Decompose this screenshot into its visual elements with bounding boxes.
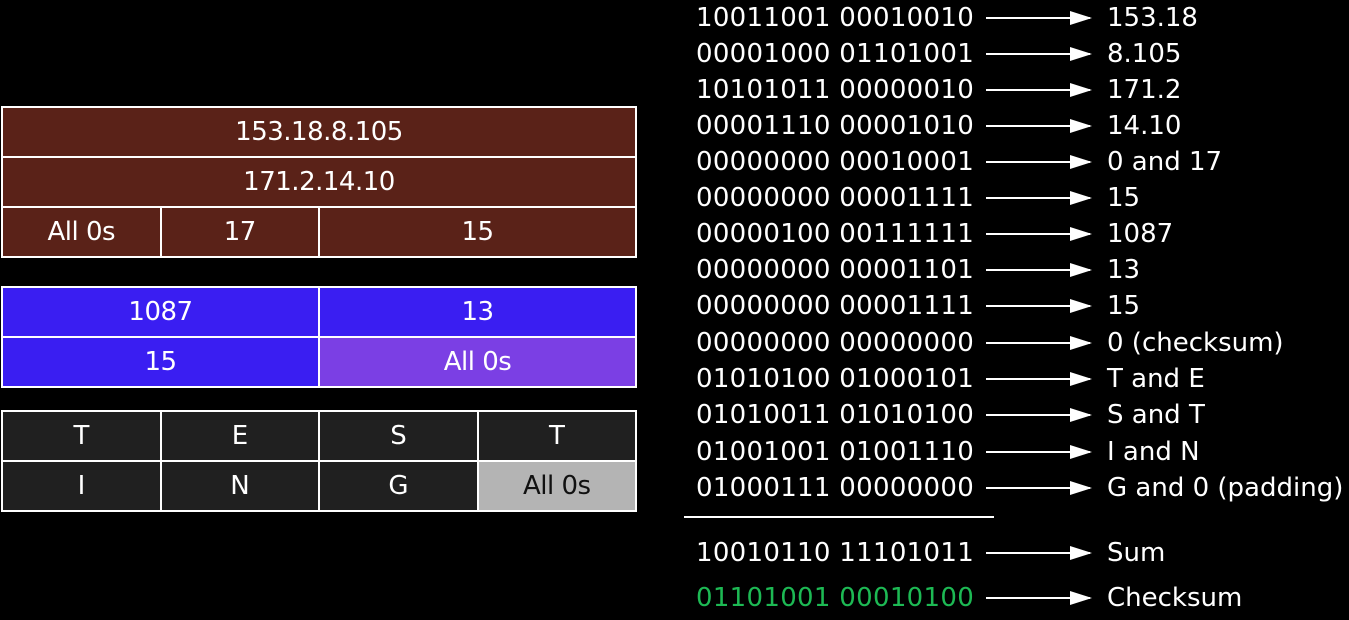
decoded-value: S and T [1107,400,1205,430]
decoded-value: 15 [1107,183,1141,213]
decoded-value: 153.18 [1107,3,1198,33]
arrow-icon [986,119,1092,133]
binary-value: 00000000 00000000 [696,328,975,358]
binary-value: 00001000 01101001 [696,39,975,69]
arrow-icon [986,83,1092,97]
decoded-value: 13 [1107,255,1141,285]
udp-length-field: 15 [1,336,320,388]
decoded-value: T and E [1107,364,1205,394]
decoded-value: 0 (checksum) [1107,328,1284,358]
data-byte: E [159,410,320,462]
data-byte: T [1,410,162,462]
source-ip-field: 153.18.8.105 [1,106,637,158]
decoded-value: 0 and 17 [1107,147,1223,177]
arrow-icon [986,546,1092,560]
binary-value: 01001001 01001110 [696,437,975,467]
checksum-binary: 01101001 00010100 [696,583,975,613]
arrow-icon [986,263,1092,277]
source-port-field: 1087 [1,286,320,338]
arrow-icon [986,445,1092,459]
binary-value: 00000000 00010001 [696,147,975,177]
binary-value: 01010011 01010100 [696,400,975,430]
binary-value: 00000000 00001111 [696,291,975,321]
binary-value: 01010100 01000101 [696,364,975,394]
pseudo-header: 153.18.8.105 171.2.14.10 All 0s 17 15 [1,106,637,258]
decoded-value: I and N [1107,437,1200,467]
dest-port-field: 13 [318,286,637,338]
arrow-icon [986,372,1092,386]
udp-checksum-field: All 0s [318,336,637,388]
checksum-label: Checksum [1107,583,1243,613]
binary-value: 10101011 00000010 [696,75,975,105]
data-byte: S [318,410,479,462]
sum-divider [684,516,994,518]
data-block: T E S T I N G All 0s [1,410,637,512]
data-byte: G [318,460,479,512]
zeros-field: All 0s [1,206,162,258]
arrow-icon [986,591,1092,605]
protocol-field: 17 [159,206,320,258]
binary-value: 00000000 00001111 [696,183,975,213]
sum-label: Sum [1107,538,1166,568]
length-field: 15 [318,206,637,258]
sum-binary: 10010110 11101011 [696,538,975,568]
arrow-icon [986,155,1092,169]
arrow-icon [986,191,1092,205]
binary-value: 10011001 00010010 [696,3,975,33]
arrow-icon [986,299,1092,313]
dest-ip-field: 171.2.14.10 [1,156,637,208]
arrow-icon [986,47,1092,61]
binary-value: 00000000 00001101 [696,255,975,285]
decoded-value: 171.2 [1107,75,1182,105]
decoded-value: 14.10 [1107,111,1182,141]
data-byte: N [159,460,320,512]
decoded-value: 15 [1107,291,1141,321]
padding-field: All 0s [476,460,637,512]
binary-value: 00000100 00111111 [696,219,975,249]
arrow-icon [986,227,1092,241]
binary-value: 00001110 00001010 [696,111,975,141]
udp-header: 1087 13 15 All 0s [1,286,637,388]
data-byte: T [476,410,637,462]
decoded-value: 8.105 [1107,39,1182,69]
binary-value: 01000111 00000000 [696,473,975,503]
arrow-icon [986,481,1092,495]
data-byte: I [1,460,162,512]
arrow-icon [986,408,1092,422]
arrow-icon [986,336,1092,350]
decoded-value: G and 0 (padding) [1107,473,1344,503]
arrow-icon [986,11,1092,25]
decoded-value: 1087 [1107,219,1174,249]
